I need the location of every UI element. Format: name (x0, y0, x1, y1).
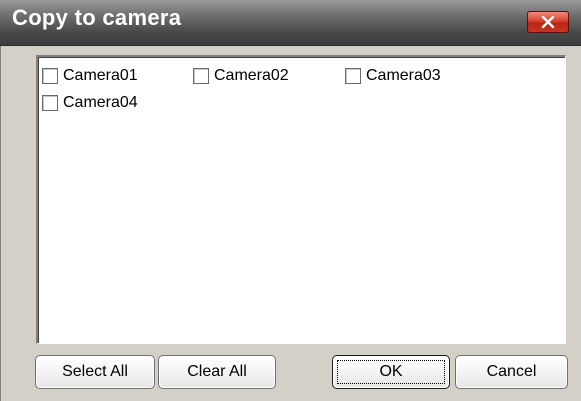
camera02-checkbox[interactable] (193, 68, 209, 84)
camera03-label: Camera03 (366, 67, 441, 84)
ok-button-label: OK (379, 363, 403, 380)
close-x-icon (541, 15, 555, 29)
camera-option-camera02[interactable]: Camera02 (193, 65, 289, 87)
clear-all-button[interactable]: Clear All (158, 355, 276, 389)
title-bar[interactable]: Copy to camera (0, 0, 581, 46)
camera04-label: Camera04 (63, 94, 138, 111)
copy-to-camera-dialog: Copy to camera Camera01 Camera02 Camera0… (0, 0, 581, 401)
left-border (0, 46, 10, 401)
camera-option-camera04[interactable]: Camera04 (42, 92, 138, 114)
camera-option-camera03[interactable]: Camera03 (345, 65, 441, 87)
select-all-button[interactable]: Select All (35, 355, 155, 389)
cancel-button[interactable]: Cancel (455, 355, 568, 389)
camera01-checkbox[interactable] (42, 68, 58, 84)
camera-list-panel: Camera01 Camera02 Camera03 Camera04 (36, 55, 566, 344)
window-title: Copy to camera (12, 5, 182, 30)
camera04-checkbox[interactable] (42, 95, 58, 111)
camera01-label: Camera01 (63, 67, 138, 84)
camera-option-camera01[interactable]: Camera01 (42, 65, 138, 87)
camera02-label: Camera02 (214, 67, 289, 84)
ok-button[interactable]: OK (332, 355, 450, 389)
camera03-checkbox[interactable] (345, 68, 361, 84)
close-button[interactable] (527, 11, 569, 33)
